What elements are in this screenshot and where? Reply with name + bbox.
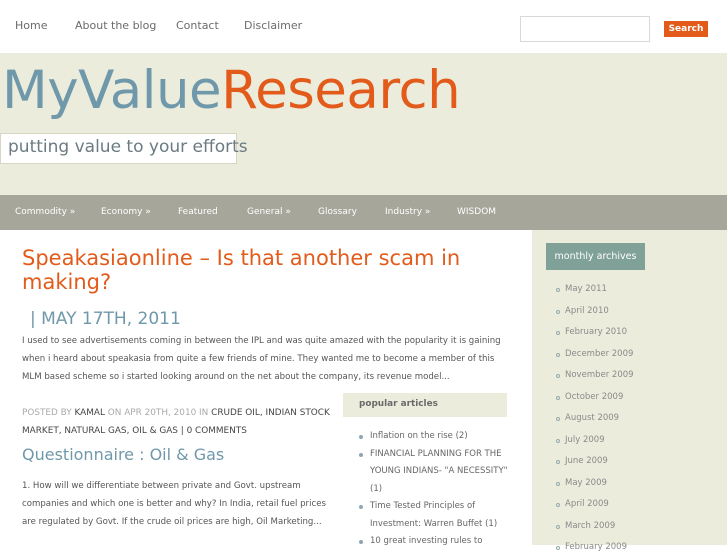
category-nav: Commodity » Economy » Featured General »… bbox=[0, 195, 727, 230]
archive-list: May 2011 April 2010 February 2010 Decemb… bbox=[555, 279, 634, 559]
monthly-archives-heading: monthly archives bbox=[546, 243, 645, 270]
logo-part-1: MyValue bbox=[2, 60, 222, 121]
popular-article-item[interactable]: FINANCIAL PLANNING FOR THE YOUNG INDIANS… bbox=[358, 446, 508, 499]
meta-author-link[interactable]: KAMAL bbox=[75, 408, 105, 418]
post2-excerpt: 1. How will we differentiate between pri… bbox=[22, 481, 326, 527]
archive-link[interactable]: February 2009 bbox=[555, 537, 634, 559]
popular-article-item[interactable]: 10 great investing rules to bbox=[358, 533, 508, 551]
archive-link[interactable]: August 2009 bbox=[555, 408, 634, 430]
category-industry[interactable]: Industry » bbox=[385, 207, 430, 217]
meta-category-link[interactable]: NATURAL GAS bbox=[64, 426, 126, 436]
archive-link[interactable]: February 2010 bbox=[555, 322, 634, 344]
category-general[interactable]: General » bbox=[247, 207, 291, 217]
post-meta: POSTED BY KAMAL ON APR 20TH, 2010 IN CRU… bbox=[22, 408, 330, 436]
archive-link[interactable]: July 2009 bbox=[555, 430, 634, 452]
nav-contact-link[interactable]: Contact bbox=[176, 19, 219, 32]
meta-comments-link[interactable]: 0 COMMENTS bbox=[187, 426, 247, 436]
archive-link[interactable]: October 2009 bbox=[555, 387, 634, 409]
popular-article-item[interactable]: Time Tested Principles of Investment: Wa… bbox=[358, 498, 508, 533]
meta-category-link[interactable]: OIL & GAS bbox=[132, 426, 178, 436]
logo-part-2: Research bbox=[221, 60, 461, 121]
category-wisdom[interactable]: WISDOM bbox=[457, 207, 496, 217]
meta-category-link[interactable]: CRUDE OIL bbox=[211, 408, 260, 418]
site-logo[interactable]: MyValueResearch bbox=[2, 60, 461, 122]
top-bar: Home About the blog Contact Disclaimer S… bbox=[0, 0, 727, 53]
post-title[interactable]: Speakasiaonline – Is that another scam i… bbox=[22, 246, 512, 294]
category-economy[interactable]: Economy » bbox=[101, 207, 151, 217]
archive-link[interactable]: March 2009 bbox=[555, 516, 634, 538]
nav-disclaimer-link[interactable]: Disclaimer bbox=[244, 19, 302, 32]
search-input[interactable] bbox=[520, 16, 650, 42]
popular-articles-heading: popular articles bbox=[343, 393, 507, 417]
nav-home-link[interactable]: Home bbox=[15, 19, 47, 32]
post2-title[interactable]: Questionnaire : Oil & Gas bbox=[22, 445, 224, 464]
category-featured[interactable]: Featured bbox=[178, 207, 218, 217]
nav-about-link[interactable]: About the blog bbox=[75, 19, 156, 32]
category-glossary[interactable]: Glossary bbox=[318, 207, 357, 217]
search-button[interactable]: Search bbox=[664, 21, 708, 37]
archive-link[interactable]: May 2009 bbox=[555, 473, 634, 495]
meta-date: ON APR 20TH, 2010 IN bbox=[107, 408, 209, 418]
popular-article-item[interactable]: Inflation on the rise (2) bbox=[358, 428, 508, 446]
archive-link[interactable]: April 2009 bbox=[555, 494, 634, 516]
category-commodity[interactable]: Commodity » bbox=[15, 207, 75, 217]
post-date: | MAY 17TH, 2011 bbox=[30, 309, 181, 329]
archive-link[interactable]: November 2009 bbox=[555, 365, 634, 387]
archive-link[interactable]: April 2010 bbox=[555, 301, 634, 323]
meta-posted-by: POSTED BY bbox=[22, 408, 72, 418]
archive-link[interactable]: June 2009 bbox=[555, 451, 634, 473]
archive-link[interactable]: December 2009 bbox=[555, 344, 634, 366]
popular-articles-list: Inflation on the rise (2) FINANCIAL PLAN… bbox=[358, 428, 508, 551]
archive-link[interactable]: May 2011 bbox=[555, 279, 634, 301]
site-tagline: putting value to your efforts bbox=[0, 133, 248, 164]
post-excerpt: I used to see advertisements coming in b… bbox=[22, 336, 501, 382]
